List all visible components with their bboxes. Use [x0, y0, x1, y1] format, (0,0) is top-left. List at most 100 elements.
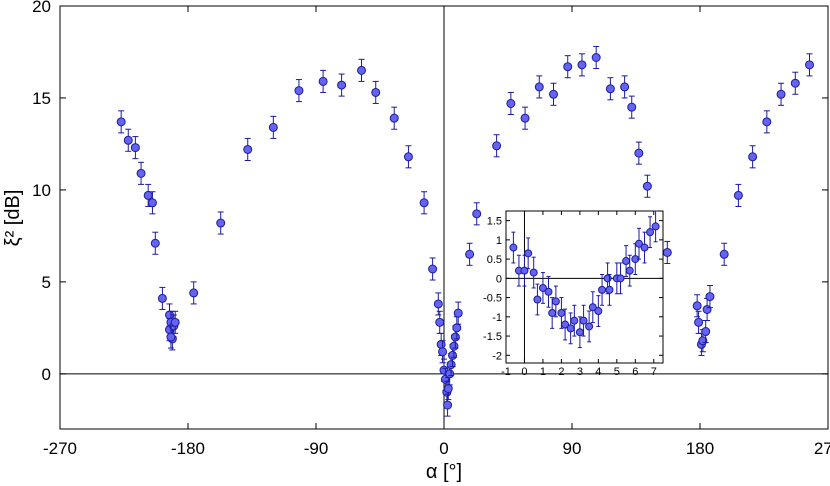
inset-y-tick-label: 0 [496, 273, 502, 285]
inset-y-tick-label: -1.5 [483, 331, 502, 343]
inset-y-tick-label: 1 [496, 235, 502, 247]
marker [465, 249, 475, 259]
marker [446, 360, 456, 370]
marker [294, 86, 304, 96]
marker [433, 299, 443, 309]
marker [443, 384, 453, 394]
x-tick-label: -270 [43, 439, 77, 458]
marker [748, 152, 758, 162]
marker [130, 143, 140, 153]
marker [472, 209, 482, 219]
marker [776, 89, 786, 99]
marker [520, 113, 530, 123]
inset-x-tick-label: 6 [632, 366, 638, 378]
inset-y-tick-label: 0.5 [487, 254, 502, 266]
marker [591, 52, 601, 62]
inset-marker [625, 266, 634, 275]
marker [453, 308, 463, 318]
marker [762, 117, 772, 127]
marker [147, 198, 157, 208]
inset-marker [579, 316, 588, 325]
marker [549, 89, 559, 99]
inset-y-tick-label: -2 [492, 350, 502, 362]
inset-marker [509, 243, 518, 252]
marker [620, 82, 630, 92]
inset-marker [646, 228, 655, 237]
inset-marker [616, 274, 625, 283]
marker [701, 327, 711, 337]
x-tick-label: -90 [304, 439, 329, 458]
inset-y-tick-label: -1 [492, 312, 502, 324]
y-tick-label: 5 [42, 273, 51, 292]
inset-marker [520, 266, 529, 275]
marker [694, 317, 704, 327]
marker [150, 238, 160, 248]
marker [371, 87, 381, 97]
inset-marker [551, 297, 560, 306]
marker [719, 249, 729, 259]
inset-marker [640, 243, 649, 252]
inset-marker [622, 257, 631, 266]
marker [116, 117, 126, 127]
y-tick-label: 10 [32, 181, 51, 200]
marker [448, 350, 458, 360]
y-tick-label: 20 [32, 0, 51, 16]
x-tick-label: 180 [686, 439, 714, 458]
inset-marker [651, 222, 660, 231]
inset-x-tick-label: 0 [521, 366, 527, 378]
inset-marker [585, 322, 594, 331]
marker [243, 144, 253, 154]
inset-x-tick-label: 2 [558, 366, 564, 378]
inset-marker [603, 274, 612, 283]
marker [357, 65, 367, 75]
x-tick-label: -180 [171, 439, 205, 458]
inset-marker [557, 308, 566, 317]
marker [337, 80, 347, 90]
marker [438, 347, 448, 357]
marker [435, 317, 445, 327]
marker [443, 400, 453, 410]
x-tick-label: 270 [814, 439, 830, 458]
inset-marker [533, 295, 542, 304]
marker [492, 141, 502, 151]
marker [449, 341, 459, 351]
x-tick-label: 90 [563, 439, 582, 458]
marker [692, 301, 702, 311]
marker [627, 102, 637, 112]
marker [403, 152, 413, 162]
marker [634, 148, 644, 158]
marker [506, 98, 516, 108]
inset-x-tick-label: 4 [595, 366, 601, 378]
marker [642, 181, 652, 191]
inset-y-tick-label: 1.5 [487, 216, 502, 228]
marker [123, 135, 133, 145]
inset-x-tick-label: 3 [577, 366, 583, 378]
marker [419, 198, 429, 208]
inset-marker [575, 328, 584, 337]
inset-marker [605, 285, 614, 294]
marker [605, 84, 615, 94]
marker [733, 190, 743, 200]
marker [318, 76, 328, 86]
marker [450, 332, 460, 342]
inset-plot: -1 0 1 2 3 4 5 6 7-2-1.5-1-0.500.511.5 [483, 210, 664, 378]
inset-x-tick-label: 1 [540, 366, 546, 378]
inset-marker [544, 287, 553, 296]
scatter-chart: -270-180-9009018027005101520 -101234567-… [2, 0, 830, 483]
y-axis-label: ξ² [dB] [2, 190, 24, 247]
marker [705, 292, 715, 302]
x-tick-label: 0 [439, 439, 448, 458]
inset-marker [529, 268, 538, 277]
inset-marker [598, 285, 607, 294]
marker [436, 339, 446, 349]
inset-x-tick-label: 7 [651, 366, 657, 378]
marker [170, 317, 180, 327]
marker [452, 323, 462, 333]
marker [166, 332, 176, 342]
marker [189, 288, 199, 298]
marker [534, 82, 544, 92]
marker [157, 293, 167, 303]
marker [428, 264, 438, 274]
inset-marker [566, 324, 575, 333]
inset-marker [570, 316, 579, 325]
